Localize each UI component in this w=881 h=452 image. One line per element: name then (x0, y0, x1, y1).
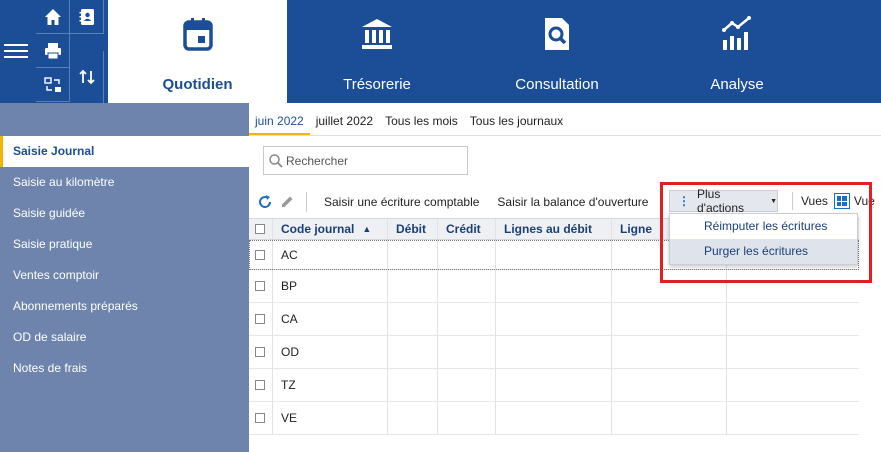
sidebar-item-ventes-comptoir[interactable]: Ventes comptoir (0, 260, 249, 291)
table-row[interactable]: VE (249, 402, 859, 435)
search-input[interactable] (286, 153, 456, 168)
column-header-code-journal[interactable]: Code journal ▲ (273, 219, 388, 239)
sidebar-item-od-salaire[interactable]: OD de salaire (0, 322, 249, 353)
home-icon[interactable] (36, 0, 70, 34)
sidebar-item-saisie-pratique[interactable]: Saisie pratique (0, 229, 249, 260)
nav-consultation[interactable]: Consultation (467, 0, 647, 103)
row-checkbox[interactable] (255, 347, 265, 357)
column-label: Code journal (281, 222, 355, 236)
refresh-icon[interactable] (254, 191, 276, 213)
tab-tous-les-mois[interactable]: Tous les mois (379, 114, 464, 135)
sidebar: Saisie Journal Saisie au kilomètre Saisi… (0, 103, 249, 452)
search-box (263, 146, 468, 175)
document-search-icon (542, 14, 572, 54)
nav-label: Trésorerie (343, 76, 411, 93)
chart-icon (721, 14, 753, 54)
sidebar-item-notes-frais[interactable]: Notes de frais (0, 353, 249, 384)
table-row[interactable]: BP (249, 270, 859, 303)
caret-down-icon: ▼ (770, 197, 777, 205)
toolbar-divider (306, 192, 307, 212)
cell-code-journal: OD (273, 336, 388, 368)
row-checkbox[interactable] (255, 249, 265, 260)
sidebar-item-abonnements[interactable]: Abonnements préparés (0, 291, 249, 322)
views-button[interactable]: Vues (801, 194, 828, 208)
swap-icon[interactable] (36, 68, 70, 102)
column-header-lignes-debit[interactable]: Lignes au débit (496, 219, 612, 239)
print-icon[interactable] (36, 34, 70, 68)
select-all-checkbox[interactable] (255, 224, 265, 234)
new-entry-button[interactable]: Saisir une écriture comptable (315, 195, 488, 209)
sort-asc-icon: ▲ (362, 224, 372, 234)
edit-pencil-icon[interactable] (276, 191, 298, 213)
table-row[interactable]: TZ (249, 369, 859, 402)
cell-code-journal: BP (273, 270, 388, 302)
tab-tous-les-journaux[interactable]: Tous les journaux (464, 114, 569, 135)
calendar-icon (182, 14, 213, 54)
top-navigation: Quotidien Trésorerie Consultation Analys… (0, 0, 881, 103)
more-actions-menu: Réimputer les écritures Purger les écrit… (669, 213, 858, 265)
more-actions-button[interactable]: ⋮ Plus d'actions ▼ (669, 187, 778, 215)
nav-analyse[interactable]: Analyse (647, 0, 827, 103)
grid-view-icon[interactable] (833, 193, 850, 209)
search-icon (269, 153, 283, 168)
views-dropdown[interactable]: Vue (854, 194, 875, 208)
sidebar-item-saisie-guidee[interactable]: Saisie guidée (0, 198, 249, 229)
row-checkbox[interactable] (255, 314, 265, 324)
nav-tresorerie[interactable]: Trésorerie (287, 0, 467, 103)
period-tabs: juin 2022 juillet 2022 Tous les mois Tou… (249, 103, 881, 136)
row-checkbox[interactable] (255, 281, 265, 291)
row-checkbox[interactable] (255, 413, 265, 423)
kebab-icon: ⋮ (678, 194, 690, 208)
cell-code-journal: CA (273, 303, 388, 335)
column-header-debit[interactable]: Débit (388, 219, 438, 239)
row-checkbox[interactable] (255, 380, 265, 390)
column-header-credit[interactable]: Crédit (438, 219, 496, 239)
contacts-icon[interactable] (70, 0, 104, 34)
menu-item-purger[interactable]: Purger les écritures (670, 239, 857, 264)
opening-balance-button[interactable]: Saisir la balance d'ouverture (488, 195, 657, 209)
cell-code-journal: VE (273, 402, 388, 434)
tab-juillet-2022[interactable]: juillet 2022 (310, 114, 379, 135)
tab-juin-2022[interactable]: juin 2022 (249, 114, 310, 135)
bank-icon (360, 14, 394, 54)
menu-icon[interactable] (4, 40, 28, 62)
table-row[interactable]: CA (249, 303, 859, 336)
sidebar-item-saisie-journal[interactable]: Saisie Journal (0, 136, 249, 167)
nav-label: Consultation (515, 76, 599, 93)
toolbar: Saisir une écriture comptable Saisir la … (249, 189, 881, 215)
more-actions-label: Plus d'actions (697, 187, 744, 215)
table-row[interactable]: OD (249, 336, 859, 369)
sort-updown-icon[interactable] (70, 51, 104, 103)
menu-item-reimputer[interactable]: Réimputer les écritures (670, 214, 857, 239)
nav-label: Analyse (710, 76, 764, 93)
cell-code-journal: TZ (273, 369, 388, 401)
cell-code-journal: AC (273, 240, 388, 269)
nav-label: Quotidien (162, 76, 233, 93)
nav-quotidien[interactable]: Quotidien (108, 0, 287, 103)
sidebar-item-saisie-kilometre[interactable]: Saisie au kilomètre (0, 167, 249, 198)
views-control: Vues Vue (793, 189, 875, 213)
